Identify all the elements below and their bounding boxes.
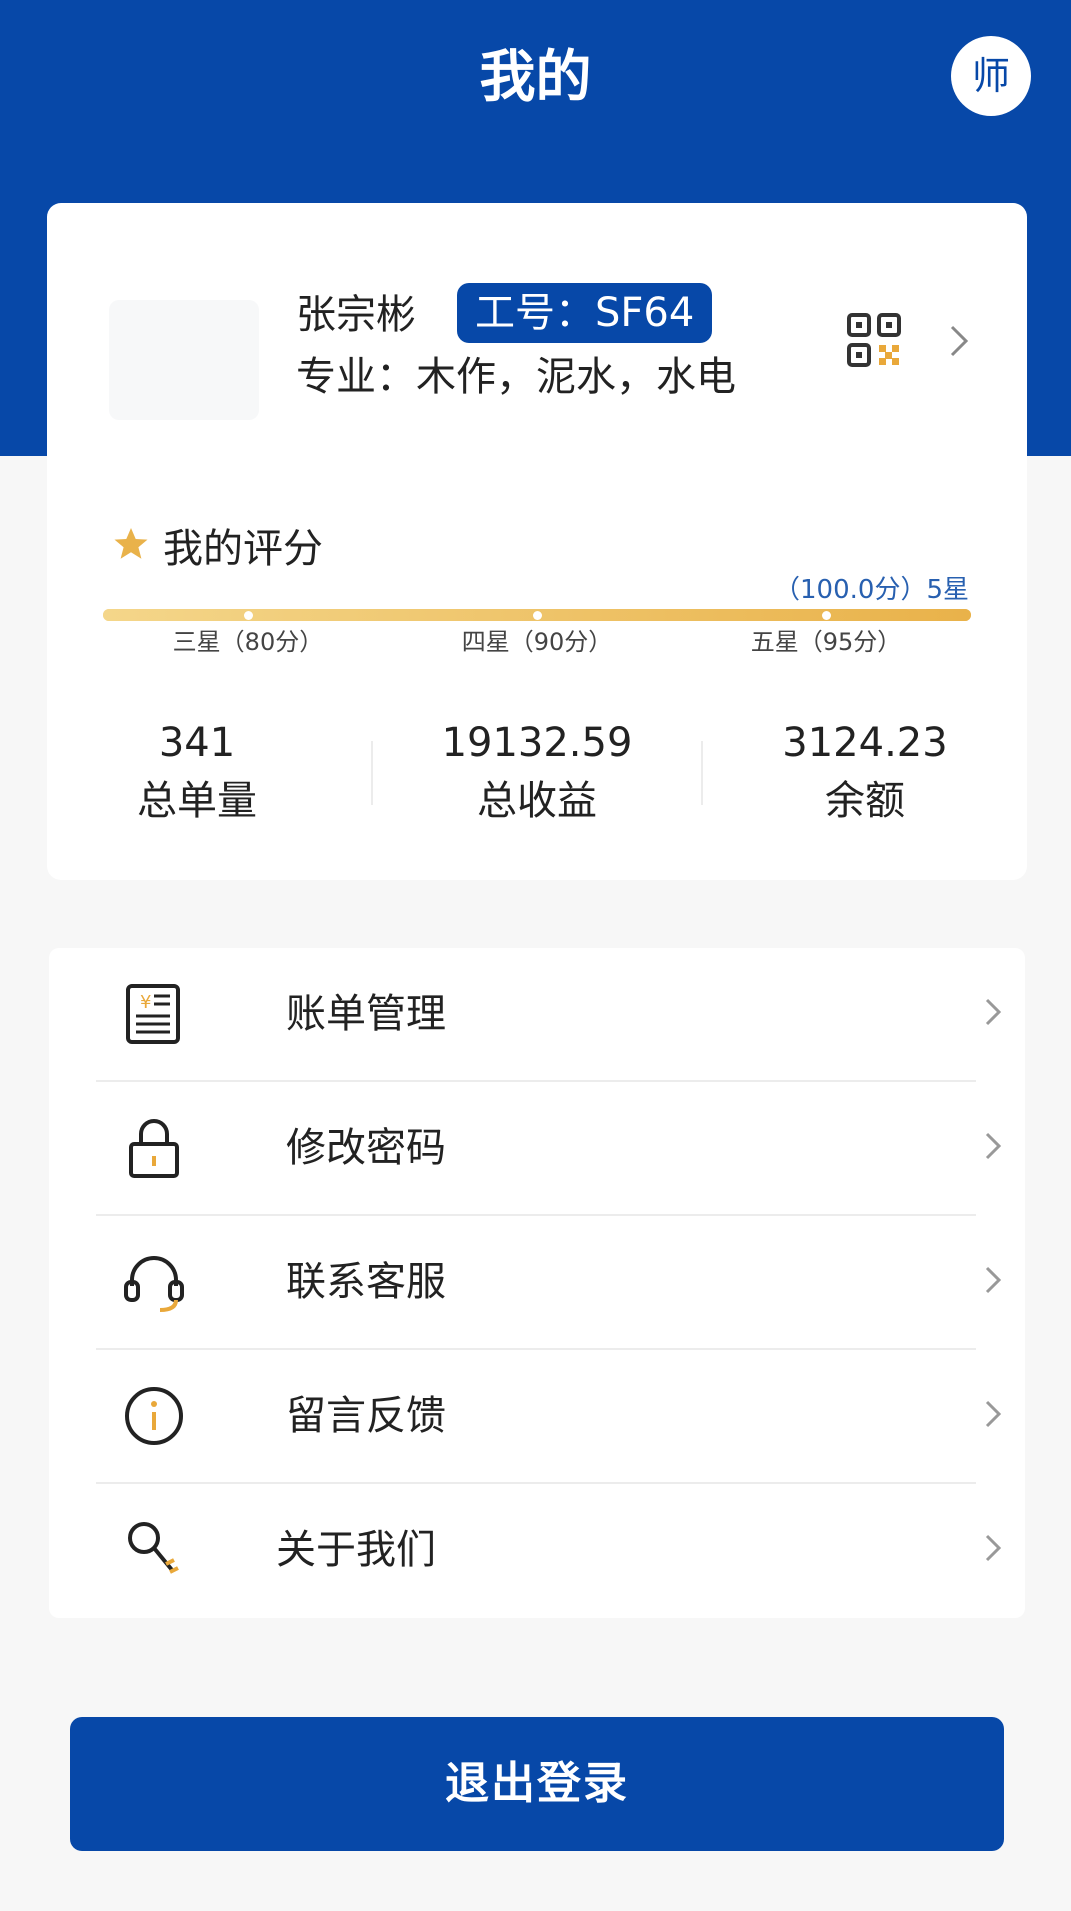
profile-page: 我的 师 张宗彬 工号：SF64 专业：木作，泥水，水电 我的评分 （100.0… <box>0 0 1071 1911</box>
menu-item-feedback[interactable]: 留言反馈 <box>96 1350 1002 1484</box>
chevron-right-icon <box>985 1132 1002 1160</box>
menu-item-label: 联系客服 <box>286 1259 446 1305</box>
stat-balance[interactable]: 3124.23 余额 <box>715 715 1015 831</box>
menu-item-contact-support[interactable]: 联系客服 <box>96 1216 1002 1350</box>
score-tick-dot <box>822 611 832 620</box>
stat-label: 总单量 <box>137 778 257 824</box>
stat-value: 3124.23 <box>782 720 948 766</box>
menu-item-label: 关于我们 <box>276 1527 436 1573</box>
chevron-right-icon <box>985 1400 1002 1428</box>
page-title: 我的 <box>479 45 592 110</box>
chevron-right-icon <box>985 1534 1002 1562</box>
stat-value: 341 <box>158 720 236 766</box>
stat-total-income[interactable]: 19132.59 总收益 <box>387 715 687 831</box>
logout-button[interactable]: 退出登录 <box>70 1717 1004 1851</box>
score-label: （100.0分）5星 <box>774 575 969 605</box>
menu-item-about-us[interactable]: 关于我们 <box>96 1484 1002 1618</box>
stat-label: 余额 <box>825 778 905 824</box>
menu-item-label: 账单管理 <box>286 991 446 1037</box>
menu-item-change-password[interactable]: 修改密码 <box>96 1082 1002 1216</box>
score-tick-dot <box>243 611 253 620</box>
stat-divider <box>371 741 373 805</box>
about-key-icon <box>128 1522 179 1574</box>
employee-id-badge: 工号：SF64 <box>457 283 713 343</box>
headset-icon <box>124 1256 184 1312</box>
stat-divider <box>701 741 703 805</box>
chevron-right-icon[interactable] <box>947 321 971 361</box>
user-name: 张宗彬 <box>296 292 416 338</box>
rating-title: 我的评分 <box>163 526 323 572</box>
menu-item-label: 修改密码 <box>286 1125 446 1171</box>
lock-icon <box>129 1119 179 1178</box>
score-tick-label: 四星（90分） <box>461 628 613 656</box>
menu-list: ¥ 账单管理 修改密码 联系客服 留言反馈 关于我们 <box>49 948 1025 1618</box>
stat-value: 19132.59 <box>441 720 633 766</box>
chevron-right-icon <box>985 998 1002 1026</box>
stat-total-orders[interactable]: 341 总单量 <box>47 715 347 831</box>
profile-card: 张宗彬 工号：SF64 专业：木作，泥水，水电 我的评分 （100.0分）5星 <box>47 203 1027 880</box>
star-icon <box>114 528 148 559</box>
qr-code-icon[interactable] <box>847 313 903 369</box>
info-icon <box>125 1387 183 1445</box>
stat-label: 总收益 <box>477 778 597 824</box>
svg-text:¥: ¥ <box>140 992 151 1013</box>
role-badge[interactable]: 师 <box>951 36 1031 116</box>
stats-row: 341 总单量 19132.59 总收益 3124.23 余额 <box>47 715 1027 845</box>
score-tick-label: 三星（80分） <box>172 628 324 656</box>
score-progress-bar <box>103 609 971 621</box>
bill-icon: ¥ <box>126 984 180 1044</box>
score-tick-dot <box>533 611 542 620</box>
user-specialty: 专业：木作，泥水，水电 <box>296 354 736 400</box>
menu-item-bill-management[interactable]: ¥ 账单管理 <box>96 948 1002 1082</box>
menu-item-label: 留言反馈 <box>286 1393 446 1439</box>
avatar[interactable] <box>109 300 259 420</box>
chevron-right-icon <box>985 1266 1002 1294</box>
score-tick-label: 五星（95分） <box>750 628 902 656</box>
